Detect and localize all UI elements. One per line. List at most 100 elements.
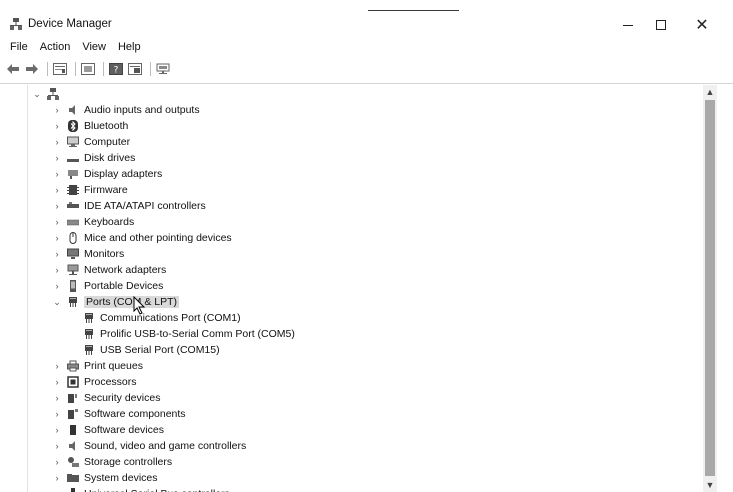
tree-item-label: Firmware xyxy=(84,184,128,196)
tree-item[interactable]: › Processors xyxy=(52,374,137,390)
chevron-right-icon[interactable]: › xyxy=(52,278,62,294)
chevron-right-icon[interactable]: › xyxy=(52,134,62,150)
tree-item[interactable]: › Portable Devices xyxy=(52,278,163,294)
scroll-up-button[interactable]: ▲ xyxy=(703,85,717,99)
tree-child-item[interactable]: Communications Port (COM1) xyxy=(68,310,241,326)
tree-item[interactable]: › Mice and other pointing devices xyxy=(52,230,232,246)
chevron-right-icon[interactable]: › xyxy=(52,182,62,198)
chevron-right-icon[interactable]: › xyxy=(52,198,62,214)
toolbar-separator xyxy=(47,62,48,76)
chevron-right-icon[interactable]: › xyxy=(52,374,62,390)
device-tree[interactable]: ⌄ › Audio inputs and outputs › Bluetooth › Com… xyxy=(27,85,717,492)
toolbar-divider xyxy=(0,83,733,84)
tree-item[interactable]: › System devices xyxy=(52,470,158,486)
chevron-right-icon[interactable]: › xyxy=(52,486,62,492)
tree-item[interactable]: › Security devices xyxy=(52,390,161,406)
tree-item[interactable]: ⌄ Ports (COM & LPT) xyxy=(52,294,180,310)
tree-item[interactable]: › Storage controllers xyxy=(52,454,173,470)
chevron-right-icon[interactable]: › xyxy=(52,454,62,470)
port-icon xyxy=(67,296,79,308)
tree-item[interactable]: › Network adapters xyxy=(52,262,167,278)
port-icon xyxy=(83,344,95,356)
forward-button[interactable] xyxy=(24,61,40,77)
close-button[interactable]: ✕ xyxy=(682,14,722,36)
chevron-right-icon[interactable]: › xyxy=(52,118,62,134)
chevron-right-icon[interactable]: › xyxy=(52,150,62,166)
tree-item[interactable]: › Firmware xyxy=(52,182,128,198)
menu-bar: File Action View Help xyxy=(0,38,733,56)
tree-item[interactable]: › Keyboards xyxy=(52,214,135,230)
show-hidden-button[interactable] xyxy=(80,61,96,77)
network-adapter-icon xyxy=(67,264,79,276)
tree-item[interactable]: › Universal Serial Bus controllers xyxy=(52,486,230,492)
toolbar-separator xyxy=(75,62,76,76)
tree-item-label: Keyboards xyxy=(84,216,135,228)
chevron-right-icon[interactable]: › xyxy=(52,358,62,374)
help-button[interactable]: ? xyxy=(108,61,124,77)
tree-item[interactable]: › Disk drives xyxy=(52,150,136,166)
tree-child-item[interactable]: Prolific USB-to-Serial Comm Port (COM5) xyxy=(68,326,295,342)
chevron-right-icon[interactable]: › xyxy=(52,438,62,454)
back-button[interactable] xyxy=(5,61,21,77)
chevron-right-icon[interactable]: › xyxy=(52,390,62,406)
system-device-icon xyxy=(67,472,79,484)
svg-text:?: ? xyxy=(114,66,119,76)
toolbar: ? xyxy=(0,58,733,80)
properties-button[interactable] xyxy=(52,61,68,77)
tree-item-label: Storage controllers xyxy=(84,456,173,468)
chevron-right-icon[interactable]: › xyxy=(52,422,62,438)
tree-item-label: IDE ATA/ATAPI controllers xyxy=(84,200,206,212)
chevron-down-icon[interactable]: ⌄ xyxy=(52,294,62,310)
chevron-right-icon[interactable]: › xyxy=(52,102,62,118)
chevron-right-icon[interactable]: › xyxy=(52,230,62,246)
software-component-icon xyxy=(67,408,79,420)
tree-item[interactable]: › Audio inputs and outputs xyxy=(52,102,200,118)
software-device-icon xyxy=(67,424,79,436)
tree-item-label: Universal Serial Bus controllers xyxy=(84,488,230,492)
chevron-right-icon[interactable]: › xyxy=(52,246,62,262)
vertical-scrollbar[interactable]: ▲ ▼ xyxy=(703,85,717,492)
tree-item[interactable]: › Sound, video and game controllers xyxy=(52,438,247,454)
menu-view[interactable]: View xyxy=(82,41,106,53)
sound-icon xyxy=(67,440,79,452)
tree-item-label: Monitors xyxy=(84,248,125,260)
menu-action[interactable]: Action xyxy=(40,41,71,53)
title-bar[interactable]: Device Manager ✕ xyxy=(0,0,733,34)
menu-help[interactable]: Help xyxy=(118,41,141,53)
tree-item-label: Sound, video and game controllers xyxy=(84,440,247,452)
tree-item[interactable]: › Software devices xyxy=(52,422,164,438)
tree-item[interactable]: › IDE ATA/ATAPI controllers xyxy=(52,198,206,214)
chevron-right-icon[interactable]: › xyxy=(52,470,62,486)
speaker-icon xyxy=(67,104,79,116)
tree-item[interactable]: › Software components xyxy=(52,406,186,422)
port-icon xyxy=(83,328,95,340)
tree-child-item[interactable]: USB Serial Port (COM15) xyxy=(68,342,220,358)
display-computer-button[interactable] xyxy=(155,61,171,77)
tree-item[interactable]: › Bluetooth xyxy=(52,118,128,134)
details-icon xyxy=(128,63,142,75)
details-button[interactable] xyxy=(127,61,143,77)
tree-item-label: Audio inputs and outputs xyxy=(84,104,200,116)
device-manager-icon xyxy=(10,18,22,30)
chevron-right-icon[interactable]: › xyxy=(52,262,62,278)
scroll-thumb[interactable] xyxy=(705,100,715,476)
tree-root[interactable]: ⌄ xyxy=(32,86,64,102)
storage-controller-icon xyxy=(67,456,79,468)
menu-file[interactable]: File xyxy=(10,41,28,53)
keyboard-icon xyxy=(67,216,79,228)
tree-item[interactable]: › Monitors xyxy=(52,246,125,262)
chevron-down-icon[interactable]: ⌄ xyxy=(32,86,42,102)
chevron-right-icon[interactable]: › xyxy=(52,166,62,182)
processor-icon xyxy=(67,376,79,388)
chevron-right-icon[interactable]: › xyxy=(52,214,62,230)
tree-item[interactable]: › Print queues xyxy=(52,358,143,374)
maximize-button[interactable] xyxy=(641,14,681,36)
tree-item[interactable]: › Display adapters xyxy=(52,166,163,182)
tree-item[interactable]: › Computer xyxy=(52,134,131,150)
scroll-down-button[interactable]: ▼ xyxy=(703,478,717,492)
chevron-right-icon[interactable]: › xyxy=(52,406,62,422)
ide-controller-icon xyxy=(67,200,79,212)
close-icon: ✕ xyxy=(695,17,709,34)
tree-item-label: USB Serial Port (COM15) xyxy=(100,344,220,356)
